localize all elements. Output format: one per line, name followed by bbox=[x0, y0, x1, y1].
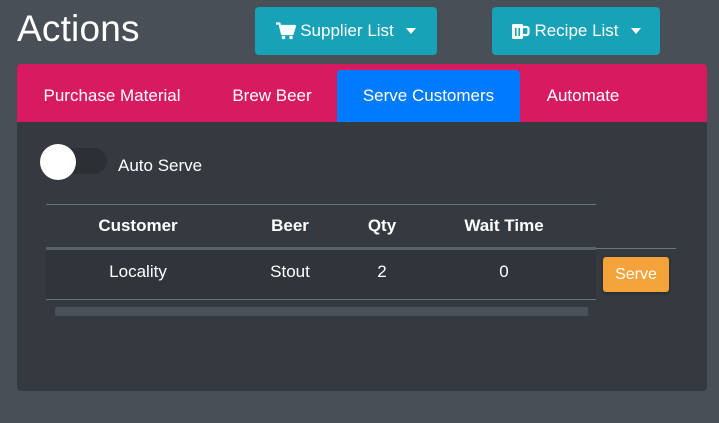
recipe-list-label: Recipe List bbox=[534, 21, 619, 40]
toggle-knob bbox=[40, 144, 76, 180]
caret-down-icon bbox=[630, 28, 641, 34]
recipe-list-dropdown-button[interactable]: Recipe List bbox=[492, 7, 660, 55]
supplier-list-label: Supplier List bbox=[300, 21, 394, 40]
table-bottom-border bbox=[46, 299, 596, 300]
column-header-qty: Qty bbox=[367, 216, 397, 235]
tab-purchase-material[interactable]: Purchase Material bbox=[17, 70, 207, 122]
table-top-border bbox=[46, 204, 596, 205]
beer-mug-icon bbox=[511, 22, 531, 40]
tab-automate[interactable]: Automate bbox=[520, 70, 646, 122]
horizontal-scrollbar[interactable] bbox=[55, 307, 588, 316]
cell-wait-time: 0 bbox=[499, 262, 509, 281]
page-title: Actions bbox=[17, 8, 140, 49]
cell-qty: 2 bbox=[377, 262, 387, 281]
column-header-wait-time: Wait Time bbox=[464, 216, 544, 235]
auto-serve-toggle[interactable] bbox=[40, 144, 107, 180]
serve-button[interactable]: Serve bbox=[603, 257, 669, 292]
actions-card: Purchase Material Brew Beer Serve Custom… bbox=[17, 64, 707, 391]
cell-beer: Stout bbox=[270, 262, 310, 281]
tab-serve-customers[interactable]: Serve Customers bbox=[337, 70, 520, 122]
customers-table: Customer Beer Qty Wait Time Locality Sto… bbox=[46, 204, 596, 300]
supplier-list-dropdown-button[interactable]: Supplier List bbox=[255, 7, 437, 55]
row-divider bbox=[596, 248, 676, 249]
cell-customer: Locality bbox=[109, 262, 167, 281]
caret-down-icon bbox=[405, 28, 416, 34]
auto-serve-label: Auto Serve bbox=[118, 156, 203, 175]
header-divider bbox=[46, 247, 596, 250]
column-header-customer: Customer bbox=[98, 216, 178, 235]
column-header-beer: Beer bbox=[271, 216, 309, 235]
tab-bar: Purchase Material Brew Beer Serve Custom… bbox=[17, 64, 707, 122]
shopping-cart-icon bbox=[276, 22, 297, 40]
tab-brew-beer[interactable]: Brew Beer bbox=[207, 70, 337, 122]
